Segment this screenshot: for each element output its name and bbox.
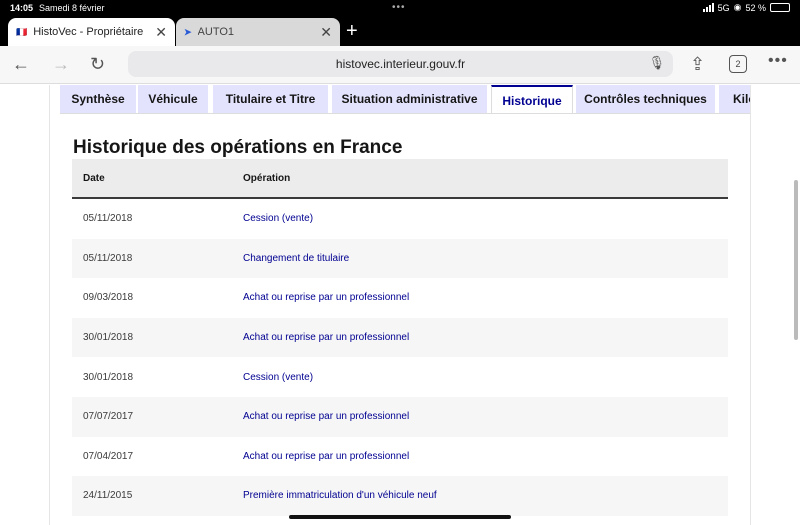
tab-vehicule[interactable]: Véhicule [138, 85, 208, 113]
table-row: 24/11/2015 Première immatriculation d'un … [72, 476, 728, 516]
microphone-icon[interactable]: 🎙 [648, 55, 665, 71]
reload-icon[interactable]: ↻ [90, 54, 105, 74]
tab-kilometrage[interactable]: Kilo [719, 85, 750, 113]
tab-controles[interactable]: Contrôles techniques [576, 85, 715, 113]
close-icon[interactable]: ✕ [320, 24, 332, 41]
browser-toolbar: ← → ↻ histovec.interieur.gouv.fr 🎙 ⇪ 2 •… [0, 46, 800, 84]
table-row: 07/07/2017 Achat ou reprise par un profes… [72, 396, 728, 437]
table-row: 30/01/2018 Achat ou reprise par un profes… [72, 317, 728, 358]
tabs-divider [60, 113, 750, 114]
multitasking-dots-icon[interactable]: ••• [392, 2, 406, 13]
battery-label: 52 % [745, 2, 766, 13]
tab-title: AUTO1 [197, 26, 235, 38]
row-date: 05/11/2018 [83, 213, 133, 225]
tab-title: HistoVec - Propriétaire [33, 26, 144, 38]
home-indicator[interactable] [289, 515, 511, 519]
tab-titulaire[interactable]: Titulaire et Titre [213, 85, 328, 113]
table-body: 05/11/2018 Cession (vente) 05/11/2018 Chang… [72, 199, 728, 516]
table-row: 07/04/2017 Achat ou reprise par un profes… [72, 437, 728, 477]
column-header-operation: Opération [243, 172, 291, 184]
browser-tab-auto1[interactable]: ➤ AUTO1 ✕ [176, 18, 340, 46]
status-bar: 14:05 Samedi 8 février ••• 5G ◉ 52 % [0, 0, 800, 16]
status-time: 14:05 [10, 3, 34, 13]
content-border-left [49, 85, 50, 525]
status-indicators: 5G ◉ 52 % [702, 2, 790, 13]
status-date: Samedi 8 février [39, 3, 105, 13]
page-content: Synthèse Véhicule Titulaire et Titre Sit… [0, 85, 800, 525]
table-row: 30/01/2018 Cession (vente) [72, 357, 728, 397]
back-arrow-icon[interactable]: ← [12, 54, 30, 74]
row-operation: Achat ou reprise par un professionnel [243, 292, 410, 304]
url-text: histovec.interieur.gouv.fr [335, 57, 466, 71]
section-tabs: Synthèse Véhicule Titulaire et Titre Sit… [60, 85, 750, 114]
browser-tab-histovec[interactable]: 🇫🇷 HistoVec - Propriétaire ✕ [8, 18, 175, 46]
new-tab-icon[interactable]: + [346, 18, 358, 44]
table-row: 05/11/2018 Cession (vente) [72, 199, 728, 239]
tab-historique[interactable]: Historique [491, 85, 573, 114]
address-bar[interactable]: histovec.interieur.gouv.fr 🎙 [128, 51, 673, 77]
row-date: 24/11/2015 [83, 490, 133, 502]
table-header: Date Opération [72, 159, 728, 199]
more-icon[interactable]: ••• [768, 52, 788, 70]
browser-tab-bar: 🇫🇷 HistoVec - Propriétaire ✕ ➤ AUTO1 ✕ + [0, 16, 800, 46]
tabs-count-button[interactable]: 2 [729, 55, 747, 73]
tab-synthese[interactable]: Synthèse [60, 85, 136, 113]
row-operation: Achat ou reprise par un professionnel [243, 450, 410, 462]
row-operation: Changement de titulaire [243, 252, 350, 264]
row-operation: Cession (vente) [243, 213, 314, 225]
row-operation: Cession (vente) [243, 371, 314, 383]
table-row: 05/11/2018 Changement de titulaire [72, 238, 728, 279]
column-header-date: Date [83, 172, 105, 184]
section-heading: Historique des opérations en France [73, 137, 403, 158]
auto1-icon: ➤ [184, 26, 192, 37]
forward-arrow-icon[interactable]: → [52, 54, 70, 74]
row-date: 30/01/2018 [83, 371, 134, 383]
row-date: 07/04/2017 [83, 450, 134, 462]
signal-icon [702, 3, 714, 12]
content-border-right [750, 85, 751, 525]
row-date: 07/07/2017 [83, 411, 134, 423]
row-operation: Achat ou reprise par un professionnel [243, 332, 410, 344]
network-label: 5G [717, 2, 730, 13]
row-operation: Première immatriculation d'un véhicule n… [243, 490, 437, 502]
row-date: 09/03/2018 [83, 292, 134, 304]
table-row: 09/03/2018 Achat ou reprise par un profes… [72, 278, 728, 318]
row-date: 30/01/2018 [83, 332, 134, 344]
row-operation: Achat ou reprise par un professionnel [243, 411, 410, 423]
share-icon[interactable]: ⇪ [690, 54, 705, 74]
flag-fr-icon: 🇫🇷 [16, 26, 28, 37]
location-icon: ◉ [733, 2, 742, 12]
operations-table: Date Opération 05/11/2018 Cession (vente)… [72, 159, 728, 516]
tab-situation[interactable]: Situation administrative [332, 85, 487, 113]
close-icon[interactable]: ✕ [155, 24, 167, 41]
battery-icon [770, 3, 790, 12]
row-date: 05/11/2018 [83, 252, 133, 264]
scrollbar[interactable] [794, 180, 798, 340]
